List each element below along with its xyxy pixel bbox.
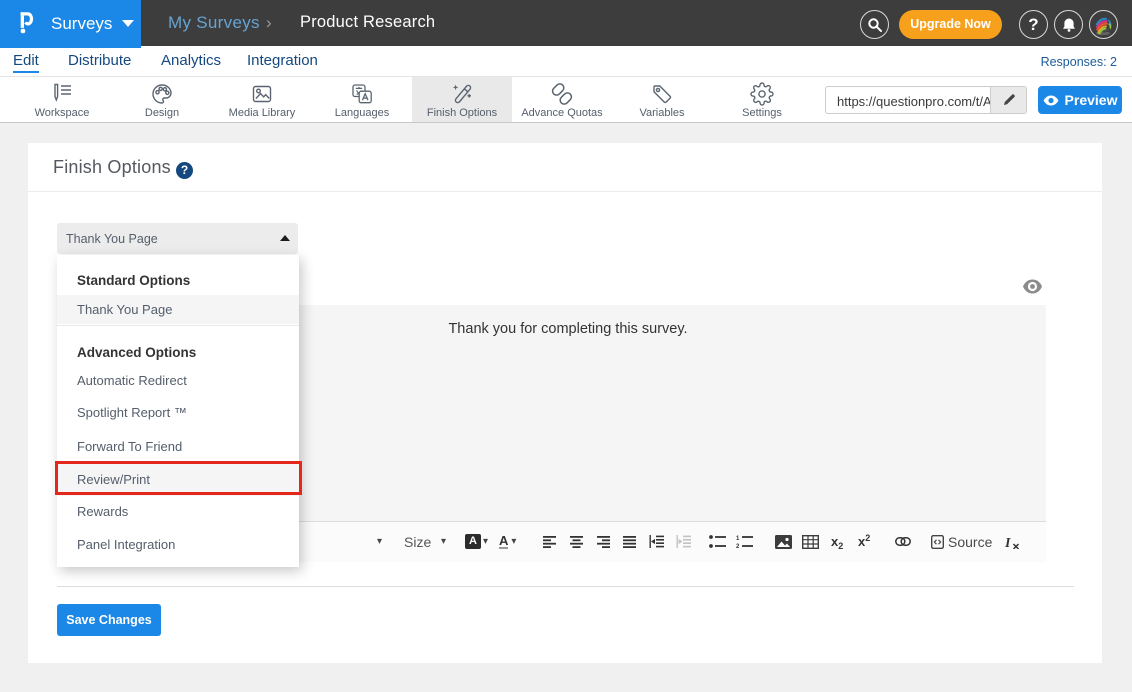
svg-text:I: I — [1005, 536, 1011, 549]
svg-text:1: 1 — [736, 536, 740, 542]
svg-text:2: 2 — [736, 544, 740, 548]
